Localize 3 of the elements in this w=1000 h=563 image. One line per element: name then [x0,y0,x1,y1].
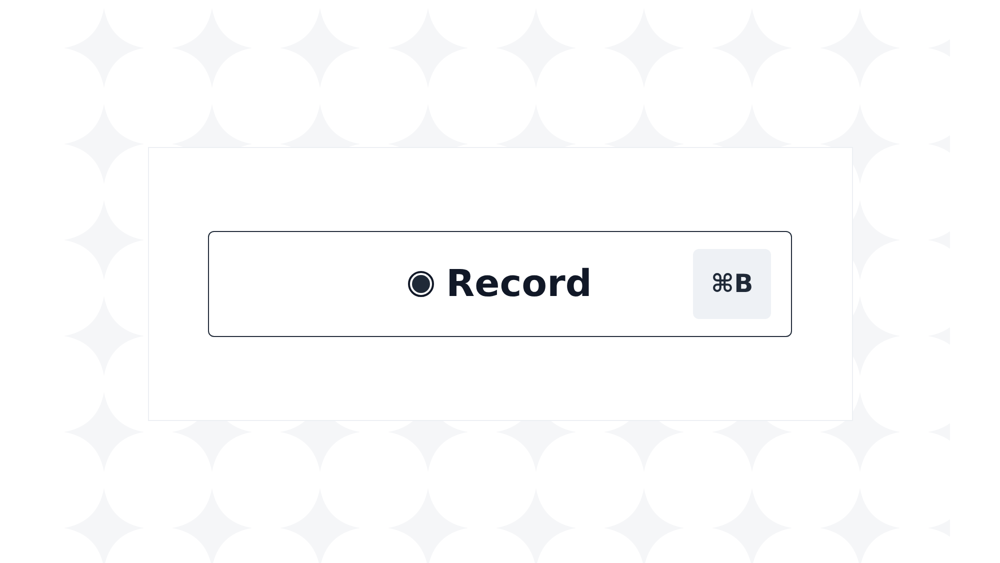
record-icon [408,270,434,296]
record-button[interactable]: Record ⌘B [208,230,792,336]
keyboard-shortcut: ⌘B [693,248,771,318]
